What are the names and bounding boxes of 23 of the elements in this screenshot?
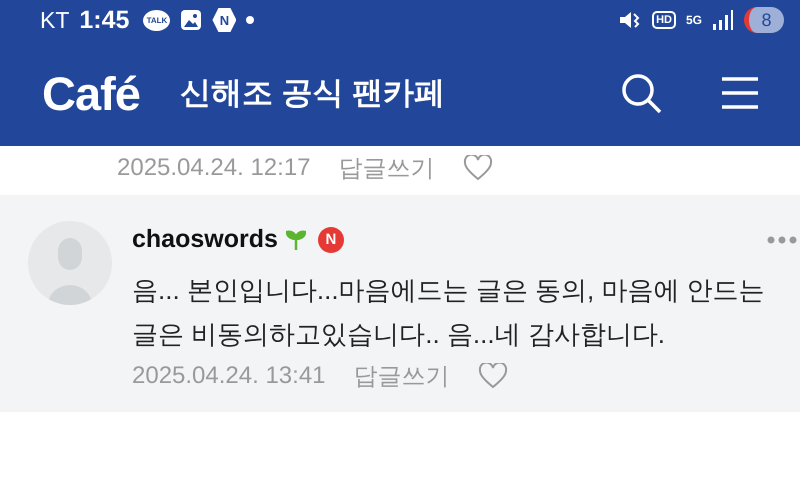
heart-icon[interactable] xyxy=(462,155,493,181)
dot-icon xyxy=(246,16,254,24)
app-icon: N xyxy=(212,8,236,32)
naver-badge: N xyxy=(318,226,344,252)
comment-text: 음... 본인입니다...마음에드는 글은 동의, 마음에 안드는 글은 비동의하고있습니다.. 음...네 감사합니다. xyxy=(132,274,766,351)
hd-icon: HD xyxy=(652,11,676,29)
signal-icon xyxy=(712,9,734,31)
clock-time: 1:45 xyxy=(79,6,130,34)
username[interactable]: chaoswords xyxy=(132,225,278,254)
battery-indicator: 8 xyxy=(744,7,784,33)
more-icon[interactable] xyxy=(767,236,797,244)
sprout-icon xyxy=(286,228,306,250)
network-icon: 5G xyxy=(686,13,702,27)
menu-icon[interactable] xyxy=(720,76,760,110)
comment-date: 2025.04.24. 13:41 xyxy=(132,362,326,390)
comment-date: 2025.04.24. 12:17 xyxy=(117,154,311,182)
page-title: 신해조 공식 팬카페 xyxy=(180,74,446,112)
search-icon[interactable] xyxy=(620,72,662,114)
carrier-label: KT xyxy=(40,6,70,34)
heart-icon[interactable] xyxy=(478,363,508,389)
cafe-logo[interactable]: Café xyxy=(42,66,140,120)
chat-icon: TALK xyxy=(143,10,170,30)
image-icon xyxy=(180,9,202,31)
